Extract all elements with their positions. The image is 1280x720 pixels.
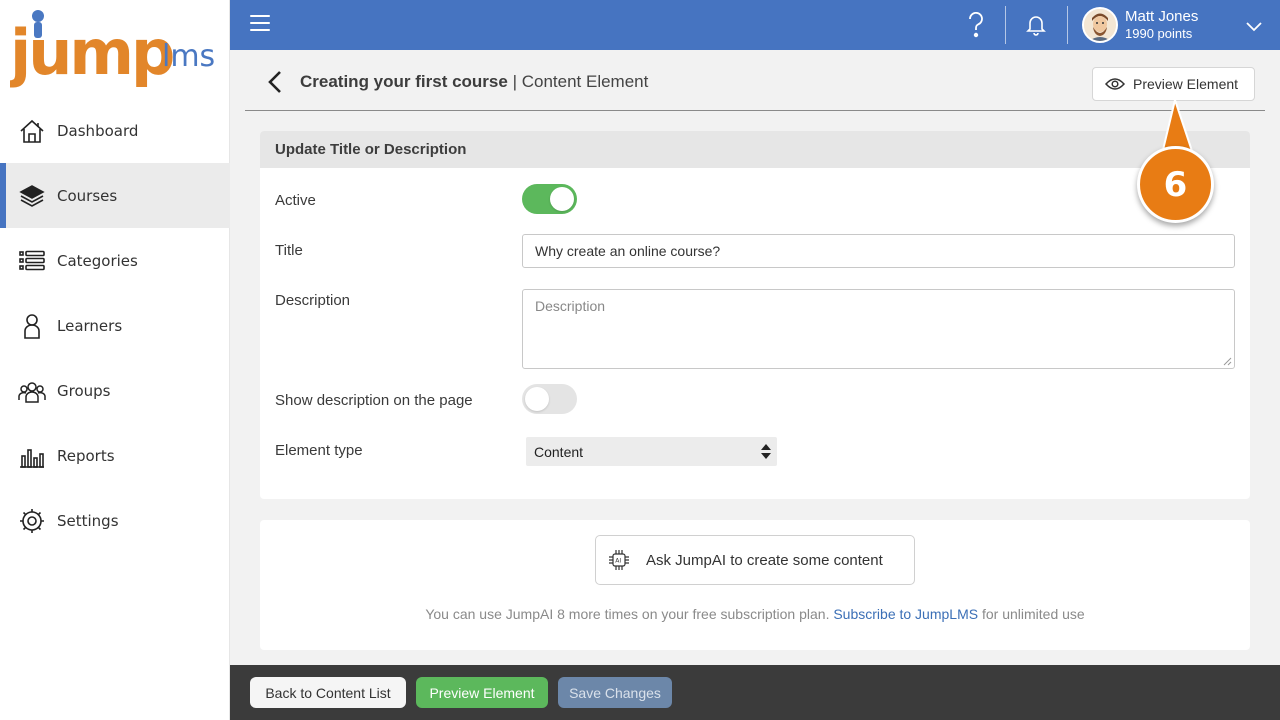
- page-header: Creating your first course | Content Ele…: [245, 60, 1265, 111]
- usage-note-suffix: for unlimited use: [981, 606, 1085, 622]
- sidebar-item-label: Groups: [57, 381, 111, 400]
- card-heading: Update Title or Description: [260, 131, 1250, 168]
- svg-text:lms: lms: [162, 39, 215, 74]
- eye-icon: [1105, 78, 1125, 90]
- user-name: Matt Jones: [1125, 8, 1199, 25]
- gear-icon: [18, 507, 46, 535]
- breadcrumb-separator: |: [512, 72, 517, 91]
- ask-jumpai-button[interactable]: AI Ask JumpAI to create some content: [595, 535, 915, 585]
- sidebar-item-label: Learners: [57, 316, 123, 335]
- description-label: Description: [275, 292, 351, 309]
- chevron-down-icon[interactable]: [1245, 17, 1263, 36]
- sidebar-item-courses[interactable]: Courses: [0, 163, 230, 228]
- jumpai-usage-note: You can use JumpAI 8 more times on your …: [260, 606, 1250, 622]
- list-icon: [18, 247, 46, 275]
- back-to-content-list-button[interactable]: Back to Content List: [250, 677, 406, 708]
- active-toggle[interactable]: [522, 184, 577, 214]
- back-arrow-icon[interactable]: [265, 70, 285, 94]
- bell-icon[interactable]: [1023, 0, 1049, 50]
- sidebar-item-label: Settings: [57, 511, 119, 530]
- update-title-card: Update Title or Description Active Title…: [260, 131, 1250, 499]
- sidebar-item-categories[interactable]: Categories: [0, 228, 230, 293]
- active-label: Active: [275, 192, 316, 209]
- topbar-divider: [1005, 6, 1006, 44]
- books-icon: [18, 182, 46, 210]
- preview-element-button[interactable]: Preview Element: [1092, 67, 1255, 101]
- user-points: 1990 points: [1125, 26, 1193, 41]
- home-icon: [18, 117, 46, 145]
- topbar-divider: [1067, 6, 1068, 44]
- help-icon[interactable]: [963, 0, 989, 50]
- sidebar: jump lms Dashboard Courses Categories Le…: [0, 0, 230, 720]
- menu-icon[interactable]: [250, 15, 270, 35]
- jumplms-logo[interactable]: jump lms: [7, 8, 222, 92]
- sidebar-item-label: Categories: [57, 251, 138, 270]
- person-icon: [18, 312, 46, 340]
- sidebar-item-groups[interactable]: Groups: [0, 358, 230, 423]
- title-input[interactable]: Why create an online course?: [522, 234, 1235, 268]
- sidebar-item-label: Reports: [57, 446, 115, 465]
- course-title: Creating your first course: [300, 72, 508, 91]
- show-description-label: Show description on the page: [275, 392, 473, 409]
- step-marker: 6: [1137, 146, 1214, 223]
- sidebar-item-settings[interactable]: Settings: [0, 488, 230, 553]
- avatar: [1082, 7, 1118, 43]
- sidebar-item-label: Dashboard: [57, 121, 139, 140]
- description-textarea[interactable]: Description: [522, 289, 1235, 369]
- preview-element-label: Preview Element: [1133, 76, 1239, 92]
- ai-chip-icon: AI: [609, 550, 629, 570]
- user-menu[interactable]: Matt Jones 1990 points: [1082, 6, 1198, 44]
- sidebar-nav: Dashboard Courses Categories Learners Gr…: [0, 98, 230, 553]
- jumpai-card: AI Ask JumpAI to create some content You…: [260, 520, 1250, 650]
- description-placeholder: Description: [535, 298, 606, 314]
- show-description-toggle[interactable]: [522, 384, 577, 414]
- sidebar-item-reports[interactable]: Reports: [0, 423, 230, 488]
- svg-text:jump: jump: [10, 16, 173, 89]
- save-changes-button[interactable]: Save Changes: [558, 677, 672, 708]
- top-bar: Matt Jones 1990 points: [230, 0, 1280, 50]
- element-type-value: Content: [534, 443, 584, 460]
- bar-chart-icon: [18, 442, 46, 470]
- footer-action-bar: Back to Content List Preview Element Sav…: [230, 665, 1280, 720]
- usage-note-text: You can use JumpAI 8 more times on your …: [425, 606, 830, 622]
- page-title: Content Element: [521, 72, 649, 91]
- svg-text:AI: AI: [615, 558, 621, 565]
- footer-preview-element-button[interactable]: Preview Element: [416, 677, 548, 708]
- group-icon: [18, 377, 46, 405]
- sidebar-item-learners[interactable]: Learners: [0, 293, 230, 358]
- element-type-select[interactable]: Content: [526, 437, 777, 466]
- select-arrows-icon: [761, 444, 771, 459]
- title-label: Title: [275, 242, 303, 259]
- resize-handle-icon[interactable]: [1223, 357, 1232, 366]
- sidebar-item-dashboard[interactable]: Dashboard: [0, 98, 230, 163]
- sidebar-item-label: Courses: [57, 186, 118, 205]
- ask-jumpai-label: Ask JumpAI to create some content: [646, 551, 883, 569]
- breadcrumb: Creating your first course | Content Ele…: [300, 72, 648, 92]
- subscribe-link[interactable]: Subscribe to JumpLMS: [833, 606, 978, 622]
- element-type-label: Element type: [275, 442, 363, 459]
